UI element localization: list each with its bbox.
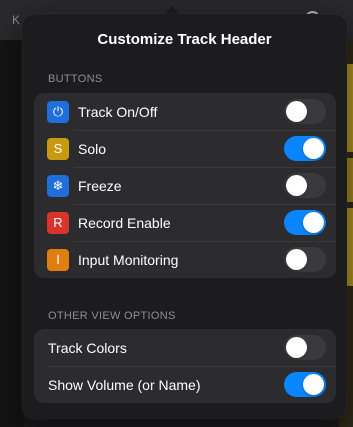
toggle-knob (286, 337, 307, 358)
row-record-enable[interactable]: R Record Enable (34, 204, 336, 241)
solo-toggle[interactable] (284, 136, 326, 161)
record-enable-toggle[interactable] (284, 210, 326, 235)
other-view-options-group: Track Colors Show Volume (or Name) (34, 329, 336, 403)
record-icon: R (47, 211, 69, 234)
show-volume-toggle[interactable] (284, 372, 326, 397)
freeze-icon: ❄ (47, 174, 69, 197)
toggle-knob (286, 249, 307, 270)
section-header-buttons: BUTTONS (48, 73, 103, 85)
toggle-knob (303, 212, 324, 233)
row-label: Show Volume (or Name) (48, 376, 201, 393)
row-label: Record Enable (78, 214, 171, 231)
popover-title: Customize Track Header (97, 31, 272, 48)
freeze-toggle[interactable] (284, 173, 326, 198)
row-solo[interactable]: S Solo (34, 130, 336, 167)
track-on-off-toggle[interactable] (284, 99, 326, 124)
background-track-list (0, 40, 24, 427)
input-monitoring-icon: I (47, 248, 69, 271)
row-label: Track Colors (48, 339, 127, 356)
toggle-knob (286, 101, 307, 122)
toggle-knob (286, 175, 307, 196)
buttons-group: ⏻ Track On/Off S Solo ❄ Freeze R Record … (34, 93, 336, 278)
row-track-on-off[interactable]: ⏻ Track On/Off (34, 93, 336, 130)
row-show-volume[interactable]: Show Volume (or Name) (34, 366, 336, 403)
row-label: Track On/Off (78, 103, 158, 120)
input-monitoring-toggle[interactable] (284, 247, 326, 272)
power-icon: ⏻ (47, 100, 69, 123)
track-colors-toggle[interactable] (284, 335, 326, 360)
row-label: Freeze (78, 177, 122, 194)
row-label: Solo (78, 140, 107, 157)
row-track-colors[interactable]: Track Colors (34, 329, 336, 366)
toggle-knob (303, 138, 324, 159)
row-input-monitoring[interactable]: I Input Monitoring (34, 241, 336, 278)
row-label: Input Monitoring (78, 251, 179, 268)
background-text: K (12, 13, 21, 27)
section-header-other-view-options: OTHER VIEW OPTIONS (48, 310, 176, 322)
toggle-knob (303, 374, 324, 395)
customize-track-header-popover: Customize Track Header BUTTONS ⏻ Track O… (22, 14, 347, 419)
row-freeze[interactable]: ❄ Freeze (34, 167, 336, 204)
solo-icon: S (47, 137, 69, 160)
